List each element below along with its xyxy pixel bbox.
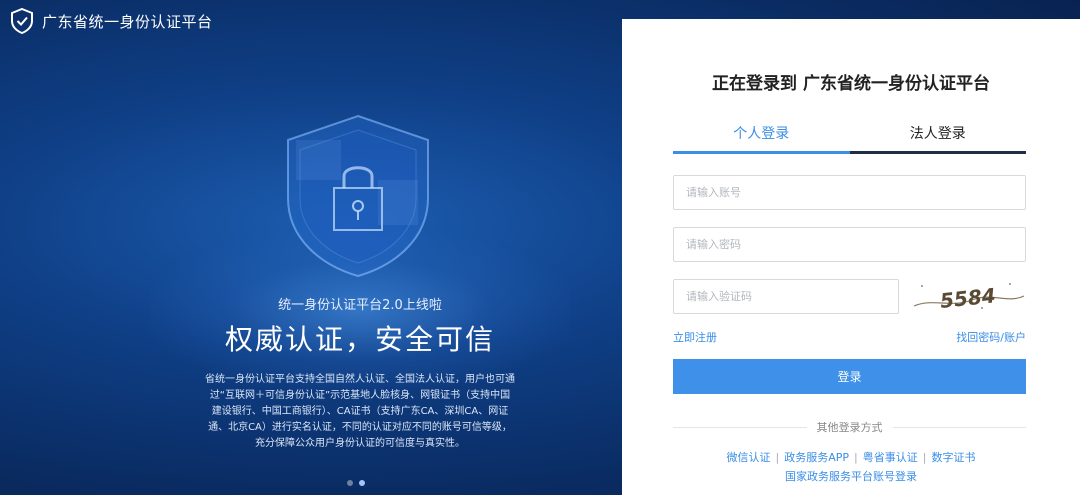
site-name: 广东省统一身份认证平台 bbox=[42, 12, 213, 31]
carousel-dot[interactable] bbox=[347, 480, 353, 486]
yueshengshi-auth-link[interactable]: 粤省事认证 bbox=[863, 451, 918, 464]
tab-legal-person-login[interactable]: 法人登录 bbox=[850, 122, 1027, 151]
header-brand: 广东省统一身份认证平台 bbox=[10, 8, 213, 34]
national-platform-row: 国家政务服务平台账号登录 bbox=[622, 468, 1080, 484]
login-panel: 正在登录到 广东省统一身份认证平台 个人登录 法人登录 5584 立即注册 找回… bbox=[622, 19, 1080, 495]
other-login-label: 其他登录方式 bbox=[816, 421, 883, 434]
other-login-methods: 微信认证 | 政务服务APP | 粤省事认证 | 数字证书 bbox=[726, 451, 976, 464]
wechat-auth-link[interactable]: 微信认证 bbox=[727, 451, 771, 464]
divider-line bbox=[892, 426, 1026, 428]
password-input[interactable] bbox=[673, 227, 1026, 262]
divider-line bbox=[673, 426, 807, 428]
carousel-dots[interactable] bbox=[347, 480, 365, 486]
other-login-divider: 其他登录方式 bbox=[673, 419, 1026, 435]
carousel-dot-active[interactable] bbox=[359, 480, 365, 486]
tab-personal-login[interactable]: 个人登录 bbox=[673, 122, 850, 154]
digital-certificate-link[interactable]: 数字证书 bbox=[931, 451, 975, 464]
recover-account-link[interactable]: 找回密码/账户 bbox=[956, 329, 1026, 345]
login-tabs: 个人登录 法人登录 bbox=[673, 122, 1026, 154]
login-button[interactable]: 登录 bbox=[673, 359, 1026, 394]
shield-check-icon bbox=[11, 8, 33, 34]
register-link[interactable]: 立即注册 bbox=[673, 329, 717, 345]
gov-app-link[interactable]: 政务服务APP bbox=[784, 451, 849, 464]
national-platform-login-link[interactable]: 国家政务服务平台账号登录 bbox=[785, 470, 917, 483]
lock-shield-icon bbox=[287, 114, 429, 278]
captcha-input[interactable] bbox=[673, 279, 899, 314]
hero-description: 省统一身份认证平台支持全国自然人认证、全国法人认证，用户也可通过“互联网＋可信身… bbox=[205, 374, 515, 449]
hero-subtitle: 统一身份认证平台2.0上线啦 bbox=[278, 298, 442, 313]
login-title: 正在登录到 广东省统一身份认证平台 bbox=[712, 74, 990, 94]
hero-title: 权威认证，安全可信 bbox=[224, 323, 495, 356]
account-input[interactable] bbox=[673, 175, 1026, 210]
captcha-image[interactable]: 5584 bbox=[912, 278, 1026, 314]
